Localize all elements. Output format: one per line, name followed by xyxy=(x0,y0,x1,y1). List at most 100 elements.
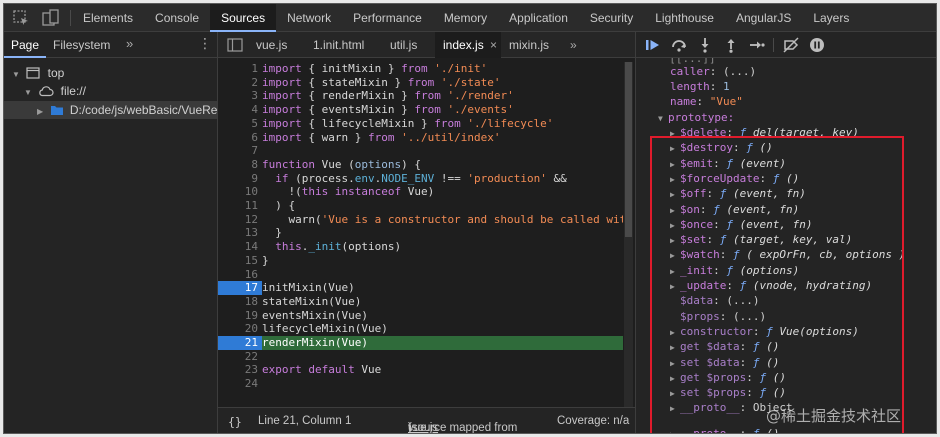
scope-row-caller[interactable]: caller: (...) xyxy=(670,64,756,79)
prototype-accessor-row[interactable]: ▶ set $props: ƒ () xyxy=(670,385,786,400)
prototype-getter-row[interactable]: $props: (...) xyxy=(680,309,766,324)
prop-value: () xyxy=(785,171,800,185)
code-line-breakpoint[interactable]: 17 initMixin(Vue) xyxy=(218,281,623,295)
tab-angularjs[interactable]: AngularJS xyxy=(725,4,802,32)
prototype-accessor-row[interactable]: ▶ get $data: ƒ () xyxy=(670,339,779,354)
prototype-method-row[interactable]: ▶ $set: ƒ (target, key, val) xyxy=(670,232,852,247)
prop-key: get $props xyxy=(680,370,747,384)
code-line: 13 } xyxy=(244,226,282,240)
prototype-accessor-row[interactable]: ▶ set $data: ƒ () xyxy=(670,355,779,370)
pretty-print-button[interactable]: {} xyxy=(228,415,242,429)
prototype-method-row[interactable]: ▶ _init: ƒ (options) xyxy=(670,263,799,278)
tab-application[interactable]: Application xyxy=(498,4,579,32)
step-into-icon[interactable] xyxy=(697,37,713,53)
debugger-sidebar: [[...]] caller: (...) length: 1 name: "V… xyxy=(635,32,936,433)
code-line: 5 import { lifecycleMixin } from './lifec… xyxy=(251,116,554,130)
editor-scrollbar[interactable] xyxy=(624,62,633,407)
prop-value: (event, fn) xyxy=(739,217,813,231)
collapse-arrow-icon: ▶ xyxy=(670,358,675,368)
tab-network[interactable]: Network xyxy=(276,4,342,32)
tab-performance[interactable]: Performance xyxy=(342,4,433,32)
collapse-arrow-icon: ▶ xyxy=(670,159,675,169)
tab-security[interactable]: Security xyxy=(579,4,644,32)
tab-console[interactable]: Console xyxy=(144,4,210,32)
close-tab-icon[interactable]: × xyxy=(490,38,497,52)
tree-item-folder[interactable]: ▶ D:/code/js/webBasic/VueReso xyxy=(4,101,217,119)
prototype-method-row[interactable]: ▶ $on: ƒ (event, fn) xyxy=(670,202,799,217)
deactivate-breakpoints-icon[interactable] xyxy=(783,37,799,53)
prototype-accessor-row[interactable]: ▶ get $props: ƒ () xyxy=(670,370,786,385)
prototype-constructor-row[interactable]: ▶ constructor: ƒ Vue(options) xyxy=(670,324,859,339)
tree-label-folder: D:/code/js/webBasic/VueReso xyxy=(69,103,217,117)
toggle-navigator-icon[interactable] xyxy=(227,38,243,52)
prop-value: (vnode, hydrating) xyxy=(752,279,873,292)
collapse-arrow-icon: ▶ xyxy=(670,282,675,291)
file-tab-util-js[interactable]: util.js xyxy=(390,32,417,58)
scope-row-prototype[interactable]: ▼ prototype: xyxy=(658,110,734,125)
prototype-method-row[interactable]: ▶ $delete: ƒ del(target, key) xyxy=(670,125,859,140)
cloud-icon xyxy=(39,86,54,97)
tab-filesystem[interactable]: Filesystem xyxy=(46,32,117,58)
collapse-arrow-icon: ▶ xyxy=(670,236,675,246)
resume-icon[interactable] xyxy=(645,37,661,53)
code-area[interactable]: 1 import { initMixin } from './init' 2 imp… xyxy=(218,62,623,407)
prop-value: (...) xyxy=(723,65,757,78)
prototype-method-row[interactable]: ▶ $off: ƒ (event, fn) xyxy=(670,186,806,201)
scope-tree[interactable]: [[...]] caller: (...) length: 1 name: "V… xyxy=(636,58,936,433)
prop-value: (...) xyxy=(733,309,767,323)
scrollbar-thumb[interactable] xyxy=(625,62,632,237)
code-line: 6 import { warn } from '../util/index' xyxy=(251,130,501,144)
code-line: 15} xyxy=(244,253,269,267)
function-glyph: ƒ xyxy=(746,141,753,155)
tab-lighthouse[interactable]: Lighthouse xyxy=(644,4,725,32)
tab-page[interactable]: Page xyxy=(4,32,47,58)
tab-memory[interactable]: Memory xyxy=(433,4,498,32)
prototype-method-row[interactable]: ▶ $emit: ƒ (event) xyxy=(670,156,786,171)
tab-elements[interactable]: Elements xyxy=(72,4,144,32)
step-icon[interactable] xyxy=(749,37,765,53)
tree-item-top[interactable]: ▼ top xyxy=(12,64,64,82)
function-glyph: ƒ xyxy=(726,263,733,277)
collapse-arrow-icon: ▶ xyxy=(670,327,675,337)
code-line: 11 ) { xyxy=(244,199,296,212)
file-tab-index-js[interactable]: index.js × xyxy=(435,32,501,58)
file-tab-label: index.js xyxy=(443,38,484,52)
inspect-element-icon[interactable] xyxy=(12,9,30,27)
file-tab-vue-js[interactable]: vue.js xyxy=(256,32,287,58)
step-out-icon[interactable] xyxy=(723,37,739,53)
device-toolbar-icon[interactable] xyxy=(42,9,60,27)
code-line-current[interactable]: 21 renderMixin(Vue) xyxy=(218,336,623,350)
kebab-menu-icon[interactable]: ⋮ xyxy=(198,35,212,52)
prop-key: set $props xyxy=(680,386,747,400)
prototype-method-row[interactable]: ▶ $destroy: ƒ () xyxy=(670,140,773,155)
function-glyph: ƒ xyxy=(772,171,780,185)
prototype-method-row[interactable]: ▶ $once: ƒ (event, fn) xyxy=(670,217,812,232)
tab-layers[interactable]: Layers xyxy=(802,4,860,32)
prototype-method-row[interactable]: ▶ _update: ƒ (vnode, hydrating) xyxy=(670,278,872,293)
prototype-method-row[interactable]: ▶ $watch: ƒ ( expOrFn, cb, options ) xyxy=(670,247,905,262)
pause-on-exceptions-icon[interactable] xyxy=(809,37,825,53)
file-tab-init-html[interactable]: 1.init.html xyxy=(313,32,364,58)
prop-key: $off xyxy=(680,187,707,201)
prop-value: () xyxy=(772,386,786,400)
code-line: 19 eventsMixin(Vue) xyxy=(244,308,368,322)
collapse-arrow-icon: ▶ xyxy=(670,251,675,261)
prop-value: () xyxy=(759,141,773,155)
panel-tabs: Elements Console Sources Network Perform… xyxy=(72,4,860,32)
prop-value: 1 xyxy=(723,80,730,93)
function-glyph: ƒ xyxy=(719,187,727,201)
collapse-arrow-icon: ▶ xyxy=(670,129,675,138)
more-files-icon[interactable]: » xyxy=(570,32,577,58)
step-over-icon[interactable] xyxy=(671,37,687,53)
prototype-method-row[interactable]: ▶ $forceUpdate: ƒ () xyxy=(670,171,799,186)
prototype-getter-row[interactable]: $data: (...) xyxy=(680,293,760,308)
source-map-link[interactable]: vue.js xyxy=(408,422,438,433)
tab-sources[interactable]: Sources xyxy=(210,4,277,32)
prop-value: del(target, key) xyxy=(752,126,859,139)
code-line: 22 xyxy=(244,349,258,363)
tree-item-origin[interactable]: ▼ file:// xyxy=(24,82,86,100)
prop-value: ( expOrFn, cb, options ) xyxy=(746,248,906,262)
more-tabs-icon[interactable]: » xyxy=(126,36,133,51)
file-tab-mixin-js[interactable]: mixin.js xyxy=(509,32,549,58)
scope-row-outer-proto[interactable]: ▶__proto__: ƒ () xyxy=(670,426,779,433)
